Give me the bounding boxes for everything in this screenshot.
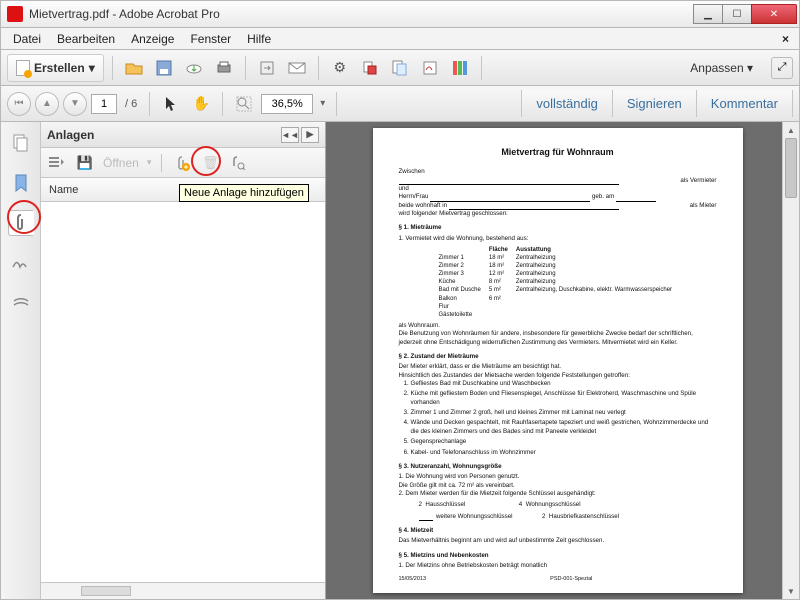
multimedia-icon[interactable] <box>447 55 473 81</box>
panel-options-icon[interactable] <box>47 153 67 173</box>
menu-help[interactable]: Hilfe <box>239 30 279 48</box>
panel-title: Anlagen <box>47 128 94 142</box>
page-number-input[interactable] <box>91 94 117 114</box>
customize-button[interactable]: Anpassen ▾ <box>682 57 761 79</box>
rail-layers-icon[interactable] <box>8 290 34 316</box>
open-icon[interactable] <box>121 55 147 81</box>
panel-delete-icon[interactable]: 🗑 <box>200 153 220 173</box>
select-tool-icon[interactable] <box>158 91 184 117</box>
page-icon <box>16 60 30 76</box>
doc-title: Mietvertrag für Wohnraum <box>399 146 717 158</box>
share-icon[interactable] <box>254 55 280 81</box>
create-button[interactable]: Erstellen ▾ <box>7 54 104 82</box>
combine-icon[interactable] <box>387 55 413 81</box>
save-icon[interactable] <box>151 55 177 81</box>
attachments-panel: Anlagen ◄◄ ▶ 💾 Öffnen ▾ 🗑 Neue Anlage hi… <box>41 122 326 599</box>
pdf-page: Mietvertrag für Wohnraum Zwischen als Ve… <box>373 128 743 593</box>
rail-signatures-icon[interactable] <box>8 250 34 276</box>
print-icon[interactable] <box>211 55 237 81</box>
panel-footer <box>41 582 325 599</box>
scroll-thumb[interactable] <box>785 138 797 198</box>
menubar: Datei Bearbeiten Anzeige Fenster Hilfe × <box>0 28 800 50</box>
rail-pages-icon[interactable] <box>8 130 34 156</box>
maximize-button[interactable]: ☐ <box>722 4 752 24</box>
menu-view[interactable]: Anzeige <box>123 30 182 48</box>
column-name[interactable]: Name <box>49 184 78 196</box>
rail-bookmarks-icon[interactable] <box>8 170 34 196</box>
sign-icon[interactable] <box>417 55 443 81</box>
next-page-button[interactable]: ▼ <box>63 92 87 116</box>
panel-open-label[interactable]: Öffnen <box>103 156 139 170</box>
panel-next-button[interactable]: ▶ <box>301 127 319 143</box>
prev-page-button[interactable]: ▲ <box>35 92 59 116</box>
tooltip-add-attachment: Neue Anlage hinzufügen <box>179 184 309 202</box>
panel-header: Anlagen ◄◄ ▶ <box>41 122 325 148</box>
main-area: Anlagen ◄◄ ▶ 💾 Öffnen ▾ 🗑 Neue Anlage hi… <box>0 122 800 600</box>
convert-icon[interactable] <box>357 55 383 81</box>
window-controls: ▁ ☐ ✕ <box>694 4 797 24</box>
comment-pane-button[interactable]: Kommentar <box>696 90 793 117</box>
window-titlebar: Mietvertrag.pdf - Adobe Acrobat Pro ▁ ☐ … <box>0 0 800 28</box>
panel-toolbar: 💾 Öffnen ▾ 🗑 <box>41 148 325 178</box>
window-title: Mietvertrag.pdf - Adobe Acrobat Pro <box>29 7 694 21</box>
scroll-down-icon[interactable]: ▼ <box>783 583 799 599</box>
panel-add-attachment-button[interactable] <box>172 153 192 173</box>
chevron-down-icon: ▾ <box>89 61 95 75</box>
zoom-input[interactable] <box>261 94 313 114</box>
page-total-label: / 6 <box>121 98 141 110</box>
chevron-down-icon: ▾ <box>147 157 152 168</box>
document-view[interactable]: Mietvertrag für Wohnraum Zwischen als Ve… <box>326 122 799 599</box>
menu-edit[interactable]: Bearbeiten <box>49 30 123 48</box>
create-label: Erstellen <box>34 61 85 75</box>
navigation-rail <box>1 122 41 599</box>
close-document-button[interactable]: × <box>774 30 795 48</box>
scroll-up-icon[interactable]: ▲ <box>783 122 799 138</box>
close-button[interactable]: ✕ <box>751 4 797 24</box>
vertical-scrollbar[interactable]: ▲ ▼ <box>782 122 799 599</box>
menu-window[interactable]: Fenster <box>182 30 239 48</box>
menu-file[interactable]: Datei <box>5 30 49 48</box>
toolbar-main: Erstellen ▾ ⚙ Anpassen ▾ ⤢ <box>0 50 800 86</box>
minimize-button[interactable]: ▁ <box>693 4 723 24</box>
panel-save-icon[interactable]: 💾 <box>75 153 95 173</box>
toolbar-nav: ⏮ ▲ ▼ / 6 ✋ ▾ vollständig Signieren Komm… <box>0 86 800 122</box>
rail-attachments-icon[interactable] <box>8 210 34 236</box>
horizontal-scrollbar[interactable] <box>81 586 131 596</box>
app-icon <box>7 6 23 22</box>
panel-prev-button[interactable]: ◄◄ <box>281 127 299 143</box>
hand-tool-icon[interactable]: ✋ <box>188 91 214 117</box>
gear-icon[interactable]: ⚙ <box>327 55 353 81</box>
first-page-button[interactable]: ⏮ <box>7 92 31 116</box>
attachments-list <box>41 202 325 582</box>
zoom-dropdown-icon[interactable]: ▾ <box>317 98 328 109</box>
sign-pane-button[interactable]: Signieren <box>612 90 696 117</box>
zoom-marquee-icon[interactable] <box>231 91 257 117</box>
fit-page-button[interactable]: vollständig <box>521 90 611 117</box>
expand-icon[interactable]: ⤢ <box>771 57 793 79</box>
cloud-icon[interactable] <box>181 55 207 81</box>
mail-icon[interactable] <box>284 55 310 81</box>
panel-search-attachment-icon[interactable] <box>228 153 248 173</box>
